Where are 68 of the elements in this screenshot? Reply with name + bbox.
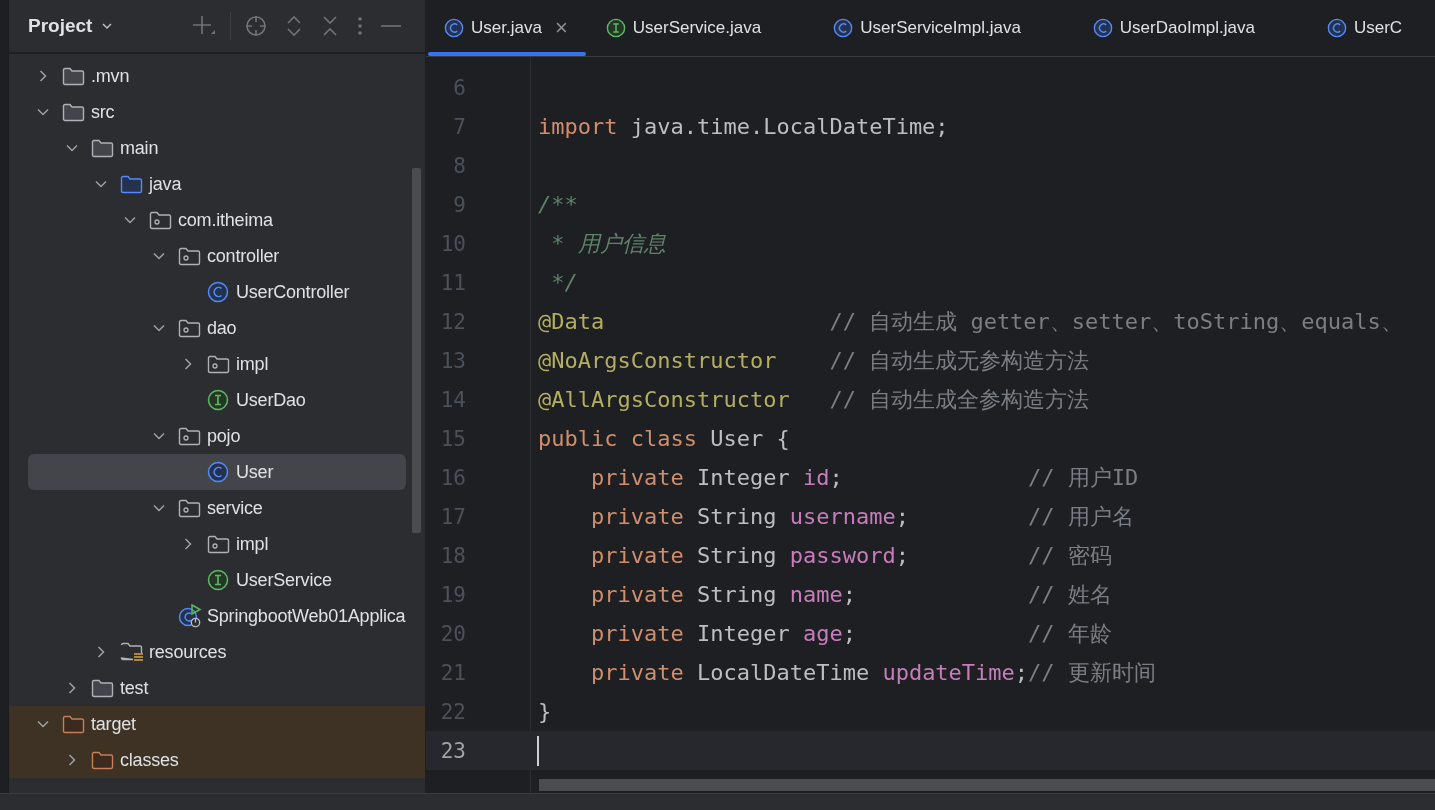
tree-item[interactable]: main — [28, 130, 406, 166]
application-class-icon — [178, 604, 202, 628]
scrollbar[interactable] — [412, 168, 421, 533]
editor-tab[interactable]: User.java × — [426, 0, 588, 56]
tree-item[interactable]: UserController — [28, 274, 406, 310]
code-line: * 用户信息 — [550, 229, 666, 258]
tree-item[interactable]: java — [28, 166, 406, 202]
tree-item[interactable]: pojo — [28, 418, 406, 454]
code-line: private Integer age; // 年龄 — [589, 619, 1112, 648]
class-icon — [207, 461, 229, 483]
folder-icon — [62, 714, 85, 734]
package-folder-icon — [207, 534, 230, 554]
close-icon[interactable]: × — [554, 15, 568, 41]
tree-item[interactable]: src — [28, 94, 406, 130]
text-cursor — [537, 735, 539, 766]
interface-icon — [207, 389, 229, 411]
tree-item[interactable]: resources — [28, 634, 406, 670]
tree-item[interactable]: test — [28, 670, 406, 706]
folder-icon — [91, 678, 114, 698]
tree-item[interactable]: service — [28, 490, 406, 526]
editor-tab[interactable]: UserService.java — [587, 0, 816, 56]
code-line: @AllArgsConstructor // 自动生成全参构造方法 — [538, 385, 1090, 414]
code-line: @NoArgsConstructor // 自动生成无参构造方法 — [538, 346, 1090, 375]
code-line: @Data // 自动生成 getter、setter、toString、equals、 — [538, 307, 1403, 336]
folder-icon — [91, 750, 114, 770]
code-line: */ — [550, 270, 578, 295]
folder-icon — [91, 138, 114, 158]
more-options-icon[interactable] — [357, 15, 363, 37]
interface-icon — [207, 569, 229, 591]
scrollbar[interactable] — [539, 779, 1435, 791]
tree-item[interactable]: controller — [28, 238, 406, 274]
package-folder-icon — [178, 426, 201, 446]
locate-icon[interactable] — [245, 15, 267, 37]
tree-item[interactable]: UserDao — [28, 382, 406, 418]
editor-tab[interactable]: UserDaoImpl.java — [1074, 0, 1309, 56]
tree-item[interactable]: impl — [28, 526, 406, 562]
folder-icon — [62, 66, 85, 86]
code-line: private String name; // 姓名 — [589, 580, 1112, 609]
code-line: public class User { — [538, 426, 790, 451]
package-folder-icon — [178, 246, 201, 266]
collapse-all-icon[interactable] — [321, 15, 339, 37]
tree-item[interactable]: impl — [28, 346, 406, 382]
package-folder-icon — [178, 498, 201, 518]
code-line: /** — [538, 192, 578, 217]
line-number: 23 — [439, 738, 466, 763]
tree-item[interactable]: .mvn — [28, 58, 406, 94]
code-line: private LocalDateTime updateTime;// 更新时间 — [589, 658, 1156, 687]
code-line: private String password; // 密码 — [589, 541, 1112, 570]
package-folder-icon — [207, 354, 230, 374]
tree-item[interactable]: User — [28, 454, 406, 490]
expand-all-icon[interactable] — [285, 15, 303, 37]
editor-tab[interactable]: UserServiceImpl.java — [815, 0, 1075, 56]
tree-item[interactable]: UserService — [28, 562, 406, 598]
folder-icon — [120, 174, 143, 194]
tree-item[interactable]: dao — [28, 310, 406, 346]
package-folder-icon — [178, 318, 201, 338]
code-line: } — [538, 699, 552, 724]
code-line: import java.time.LocalDateTime; — [538, 114, 949, 139]
code-line: private String username; // 用户名 — [589, 502, 1134, 531]
editor-tab[interactable]: UserC — [1308, 0, 1435, 56]
package-folder-icon — [149, 210, 172, 230]
resources-folder-icon — [120, 642, 144, 662]
code-line: private Integer id; // 用户ID — [589, 463, 1139, 492]
tree-item[interactable]: SpringbootWeb01Applica — [28, 598, 406, 634]
tree-item[interactable]: com.itheima — [28, 202, 406, 238]
class-icon — [207, 281, 229, 303]
project-view-dropdown[interactable]: Project — [28, 15, 115, 37]
folder-icon — [62, 102, 85, 122]
